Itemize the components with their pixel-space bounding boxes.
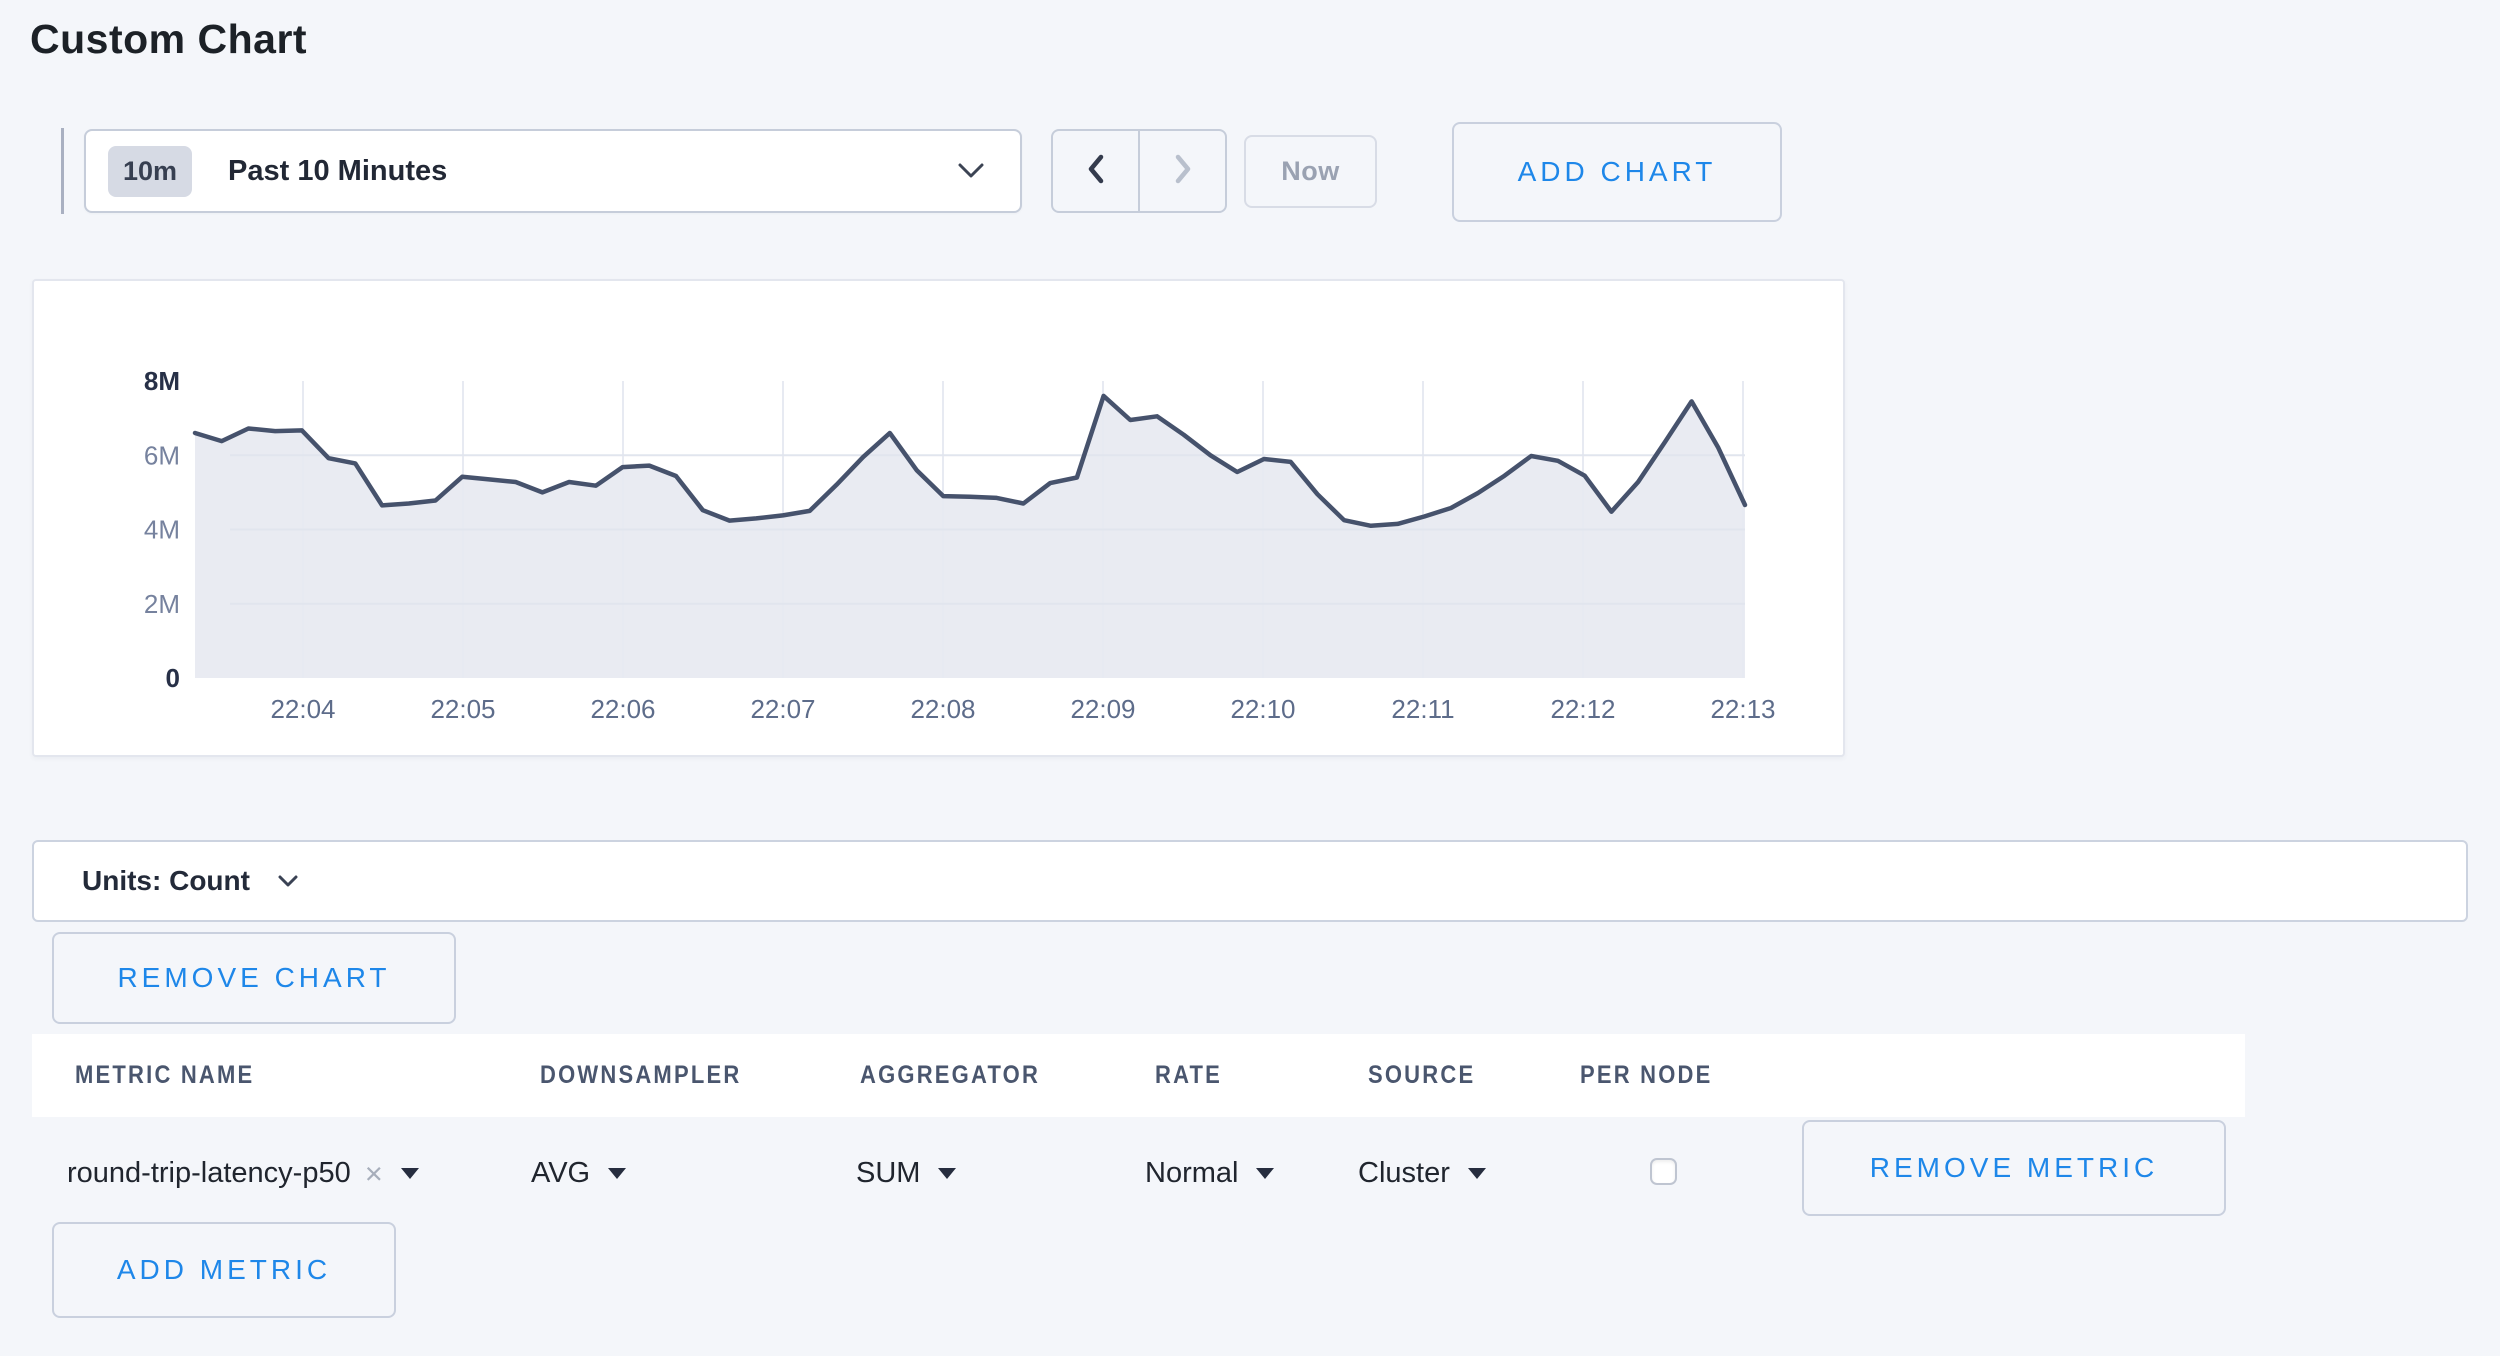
chevron-down-icon (278, 875, 298, 888)
caret-down-icon (1468, 1168, 1486, 1179)
column-header-per-node: PER NODE (1580, 1061, 1713, 1090)
page-title: Custom Chart (30, 16, 307, 63)
remove-chart-button[interactable]: REMOVE CHART (52, 932, 456, 1024)
time-window-badge: 10m (108, 146, 192, 197)
downsampler-select[interactable]: AVG (531, 1150, 626, 1196)
caret-down-icon (608, 1168, 626, 1179)
time-step-group (1051, 129, 1227, 213)
step-back-button[interactable] (1053, 131, 1138, 211)
svg-text:22:09: 22:09 (1070, 694, 1135, 724)
svg-text:22:13: 22:13 (1710, 694, 1775, 724)
time-window-select[interactable]: 10m Past 10 Minutes (84, 129, 1022, 213)
svg-text:22:04: 22:04 (270, 694, 335, 724)
svg-text:0: 0 (166, 663, 180, 693)
svg-text:22:10: 22:10 (1230, 694, 1295, 724)
svg-text:22:12: 22:12 (1550, 694, 1615, 724)
caret-down-icon (1256, 1168, 1274, 1179)
units-label: Units: Count (82, 865, 250, 897)
now-button[interactable]: Now (1244, 135, 1377, 208)
add-chart-button[interactable]: ADD CHART (1452, 122, 1782, 222)
column-header-rate: RATE (1155, 1061, 1222, 1090)
column-header-downsampler: DOWNSAMPLER (540, 1061, 741, 1090)
svg-text:22:11: 22:11 (1391, 694, 1454, 724)
svg-text:6M: 6M (144, 440, 180, 470)
close-icon[interactable]: × (365, 1158, 383, 1189)
rate-select[interactable]: Normal (1145, 1150, 1274, 1196)
source-select[interactable]: Cluster (1358, 1150, 1486, 1196)
column-header-aggregator: AGGREGATOR (860, 1061, 1040, 1090)
caret-down-icon (938, 1168, 956, 1179)
units-select[interactable]: Units: Count (32, 840, 2468, 922)
svg-text:22:08: 22:08 (910, 694, 975, 724)
chevron-down-icon (958, 163, 984, 179)
svg-text:2M: 2M (144, 589, 180, 619)
time-scale-accent-divider (61, 128, 64, 214)
aggregator-select[interactable]: SUM (856, 1150, 956, 1196)
svg-text:22:05: 22:05 (430, 694, 495, 724)
source-value: Cluster (1358, 1157, 1450, 1190)
downsampler-value: AVG (531, 1157, 590, 1190)
per-node-checkbox[interactable] (1650, 1158, 1677, 1185)
add-metric-button[interactable]: ADD METRIC (52, 1222, 396, 1318)
svg-text:8M: 8M (144, 366, 180, 396)
caret-down-icon (401, 1168, 419, 1179)
metric-name-select[interactable]: round-trip-latency-p50 × (67, 1150, 419, 1196)
svg-text:4M: 4M (144, 515, 180, 545)
time-window-label: Past 10 Minutes (228, 155, 447, 188)
svg-text:22:07: 22:07 (750, 694, 815, 724)
remove-metric-button[interactable]: REMOVE METRIC (1802, 1120, 2226, 1216)
chart-svg: 22:04 22:05 22:06 22:07 22:08 22:09 22:10 22:11… (34, 281, 1843, 755)
svg-text:22:06: 22:06 (590, 694, 655, 724)
step-forward-button[interactable] (1138, 131, 1225, 211)
column-header-metric-name: METRIC NAME (75, 1061, 254, 1090)
metrics-table-header (32, 1034, 2245, 1117)
chevron-left-icon (1084, 152, 1108, 191)
column-header-source: SOURCE (1368, 1061, 1475, 1090)
aggregator-value: SUM (856, 1157, 920, 1190)
metric-name-value: round-trip-latency-p50 (67, 1157, 351, 1190)
chart-card: 22:04 22:05 22:06 22:07 22:08 22:09 22:10 22:11… (32, 279, 1845, 757)
rate-value: Normal (1145, 1157, 1238, 1190)
chevron-right-icon (1171, 152, 1195, 191)
